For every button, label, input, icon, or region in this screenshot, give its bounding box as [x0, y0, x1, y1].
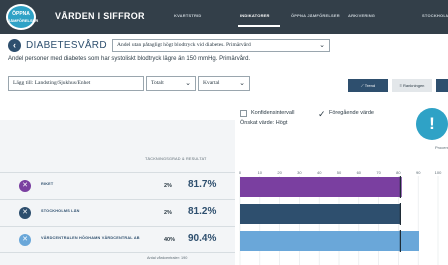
confidence-interval-checkbox[interactable] [240, 110, 247, 117]
x-tick-label: 90 [416, 170, 421, 175]
top-navigation: ÖPPNA JÄMFÖRELSER VÅRDEN I SIFFROR KVART… [0, 0, 448, 34]
gender-select-value: Totalt [151, 80, 164, 86]
table-row[interactable]: ✕ VÅRDCENTRALEN HÖGHAMN VÅRDCENTRAL AB 4… [0, 226, 235, 253]
bar [240, 177, 402, 197]
indicator-select-value: Andel utan påtagligt högt blodtryck vid … [117, 42, 251, 48]
nav-indikatorer[interactable]: INDIKATORER [240, 13, 270, 23]
chevron-left-icon: ‹ [13, 40, 16, 50]
logo-line2: JÄMFÖRELSER [8, 18, 39, 23]
row-label: STOCKHOLMS LÄN [41, 209, 80, 213]
back-button[interactable]: ‹ [8, 39, 21, 52]
desired-value-text: Önskat värde: Högt [240, 120, 288, 126]
logo-line1: ÖPPNA [12, 11, 30, 17]
results-bar-chart: Procent 0 10 20 30 40 50 60 70 80 90 100 [239, 145, 448, 265]
chevron-down-icon: ⌄ [239, 79, 245, 87]
indicator-select[interactable]: Andel utan påtagligt högt blodtryck vid … [112, 39, 330, 52]
x-tick-label: 100 [435, 170, 442, 175]
unit-search-placeholder: Lägg till: Landsting/Sjukhus/Enhet [13, 80, 91, 86]
bar [240, 231, 419, 251]
close-icon[interactable]: ✕ [19, 234, 31, 246]
x-tick-label: 60 [357, 170, 362, 175]
x-tick-label: 50 [337, 170, 342, 175]
x-tick-label: 0 [239, 170, 242, 175]
unit-search-input[interactable]: Lägg till: Landsting/Sjukhus/Enhet [8, 76, 144, 91]
row-result: 81.7% [188, 179, 217, 190]
x-axis-label: Procent [435, 145, 448, 150]
close-icon[interactable]: ✕ [19, 207, 31, 219]
x-tick-label: 10 [258, 170, 263, 175]
row-label: RIKET [41, 182, 54, 186]
table-row[interactable]: ✕ RIKET 2% 81.7% [0, 172, 235, 199]
nav-oppna-jamforelser[interactable]: ÖPPNA JÄMFÖRELSER [291, 13, 340, 23]
nav-arkivering[interactable]: ARKIVERING [348, 13, 375, 23]
chevron-down-icon: ⌄ [319, 41, 325, 49]
info-glyph: ! [429, 114, 435, 133]
oppna-jamforelser-logo[interactable]: ÖPPNA JÄMFÖRELSER [6, 4, 39, 30]
x-tick-label: 70 [376, 170, 381, 175]
row-coverage: 2% [164, 183, 172, 189]
x-tick-label: 20 [277, 170, 282, 175]
checkmark-icon: ✓ [318, 109, 326, 119]
indicator-description: Andel personer med diabetes som har syst… [8, 56, 251, 62]
unit-count-footnote: Antal vårdcentraler: 190 [147, 256, 188, 260]
info-icon[interactable]: ! [416, 108, 448, 140]
gender-select[interactable]: Totalt ⌄ [146, 76, 196, 91]
x-tick-label: 40 [317, 170, 322, 175]
coverage-results-header: TÄCKNINGSGRAD & RESULTAT [145, 157, 207, 161]
row-result: 90.4% [188, 233, 217, 244]
x-tick-label: 30 [297, 170, 302, 175]
previous-value-checkbox[interactable]: ✓ [318, 109, 326, 119]
previous-value-label: Föregående värde [329, 110, 374, 116]
page-title: DIABETESVÅRD [26, 40, 107, 51]
row-label: VÅRDCENTRALEN HÖGHAMN VÅRDCENTRAL AB [41, 236, 140, 240]
nav-stockholms[interactable]: STOCKHOLMS [422, 13, 448, 23]
close-icon[interactable]: ✕ [19, 180, 31, 192]
trend-view-button[interactable]: ⟋ Trend [348, 79, 388, 92]
confidence-interval-label: Konfidensintervall [251, 110, 295, 116]
row-coverage: 40% [164, 237, 176, 243]
ranking-view-button[interactable]: ≡ Rankningen [392, 79, 432, 92]
table-row[interactable]: ✕ STOCKHOLMS LÄN 2% 81.2% [0, 199, 235, 226]
period-select[interactable]: Kvartal ⌄ [198, 76, 250, 91]
active-nav-underline [238, 25, 280, 27]
site-title[interactable]: VÅRDEN I SIFFROR [55, 11, 145, 21]
x-tick-label: 80 [396, 170, 401, 175]
row-result: 81.2% [188, 206, 217, 217]
row-coverage: 2% [164, 210, 172, 216]
ranking-label: Rankningen [403, 83, 425, 88]
trend-label: Trend [364, 83, 376, 88]
period-select-value: Kvartal [203, 80, 220, 86]
bar [240, 204, 401, 224]
more-view-button[interactable] [436, 79, 448, 92]
chevron-down-icon: ⌄ [185, 79, 191, 87]
nav-kvartstrid[interactable]: KVARTSTRID [174, 13, 201, 23]
